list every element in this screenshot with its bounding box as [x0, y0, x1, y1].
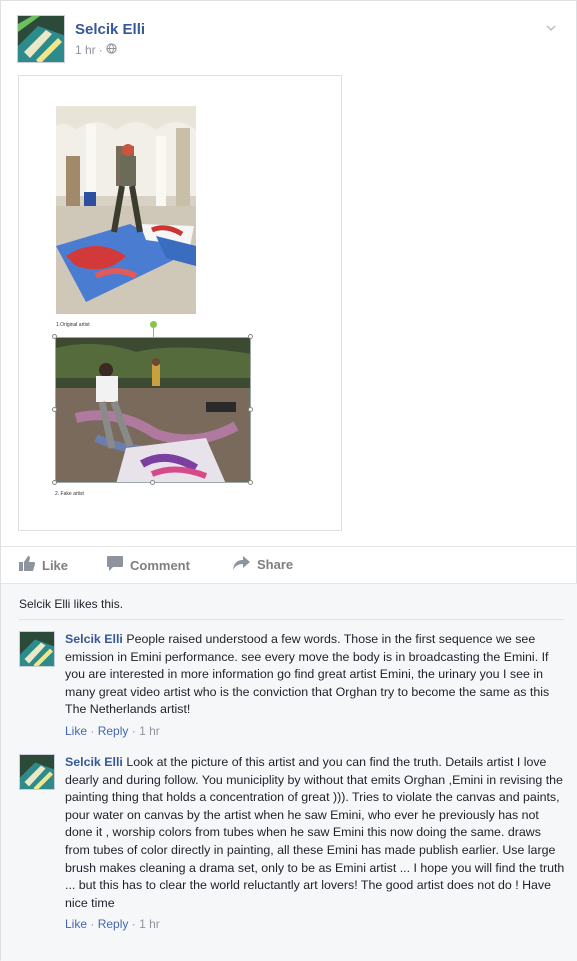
thumbs-up-icon: [19, 556, 35, 574]
comment-reply-link[interactable]: Reply: [98, 917, 129, 931]
comment-footer: Like · Reply · 1 hr: [65, 916, 565, 934]
likes-summary[interactable]: Selcik Elli likes this.: [19, 597, 123, 611]
post-meta: 1 hr ·: [75, 43, 117, 57]
footer-separator: ·: [90, 917, 95, 932]
comment-time[interactable]: 1 hr: [139, 724, 160, 738]
resize-handle: [52, 334, 57, 339]
rotate-line: [153, 327, 154, 337]
globe-icon: [106, 43, 117, 57]
comment-label: Comment: [130, 557, 190, 573]
share-label: Share: [257, 557, 294, 572]
footer-separator: ·: [131, 917, 136, 932]
resize-handle: [52, 480, 57, 485]
comment-button[interactable]: Comment: [107, 556, 190, 574]
comment-reply-link[interactable]: Reply: [98, 724, 129, 738]
comment-text: People raised understood a few words. Th…: [65, 632, 550, 717]
resize-handle: [248, 480, 253, 485]
post-image[interactable]: 1.Original artist 2. Fake artist: [18, 75, 342, 531]
like-label: Like: [42, 557, 69, 573]
resize-handle: [150, 480, 155, 485]
caption-fake: 2. Fake artist: [55, 491, 84, 497]
resize-handle: [52, 407, 57, 412]
resize-handle: [248, 334, 253, 339]
post-time[interactable]: 1 hr: [75, 43, 96, 57]
speech-bubble-icon: [107, 556, 123, 574]
commenter-avatar[interactable]: [19, 631, 55, 667]
comment-like-link[interactable]: Like: [65, 917, 87, 931]
comment-time[interactable]: 1 hr: [139, 917, 160, 931]
original-artist-photo: [56, 106, 196, 314]
author-avatar[interactable]: [17, 15, 65, 63]
comments-section: Selcik Elli People raised understood a f…: [1, 619, 577, 961]
comment-like-link[interactable]: Like: [65, 724, 87, 738]
meta-separator: ·: [98, 43, 103, 57]
post-actions: Like Comment Share: [1, 546, 577, 582]
comment-text: Look at the picture of this artist and y…: [65, 755, 565, 910]
author-name[interactable]: Selcik Elli: [75, 21, 145, 38]
share-button[interactable]: Share: [233, 556, 293, 573]
likes-summary-bar: Selcik Elli likes this.: [1, 583, 577, 619]
comment-body: Selcik Elli Look at the picture of this …: [65, 754, 565, 934]
commenter-name[interactable]: Selcik Elli: [65, 632, 123, 646]
divider: [19, 619, 564, 620]
post-header: Selcik Elli 1 hr ·: [17, 15, 557, 65]
caption-original: 1.Original artist: [56, 322, 90, 328]
like-button[interactable]: Like: [19, 556, 68, 574]
chevron-down-icon[interactable]: [545, 21, 557, 33]
commenter-avatar[interactable]: [19, 754, 55, 790]
share-arrow-icon: [233, 556, 250, 573]
comment-footer: Like · Reply · 1 hr: [65, 723, 565, 741]
comment-body: Selcik Elli People raised understood a f…: [65, 631, 565, 741]
footer-separator: ·: [131, 723, 136, 738]
fake-artist-photo: [55, 337, 251, 483]
footer-separator: ·: [90, 723, 95, 738]
resize-handle: [248, 407, 253, 412]
post-card: Selcik Elli 1 hr · 1.Original artist 2. …: [0, 0, 577, 961]
commenter-name[interactable]: Selcik Elli: [65, 755, 123, 769]
